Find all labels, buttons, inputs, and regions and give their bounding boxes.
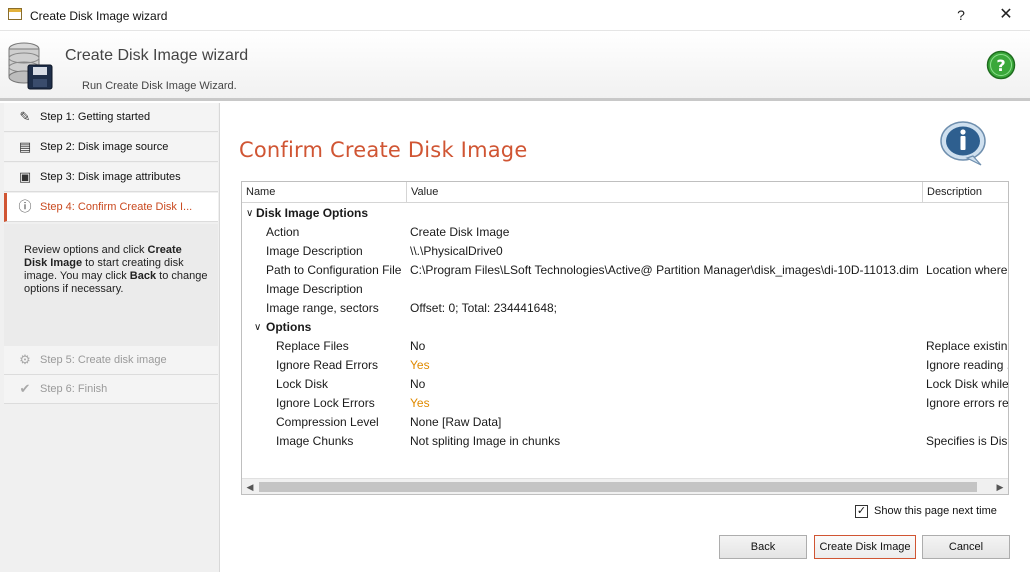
- disk-attributes-icon: ▣: [18, 169, 32, 184]
- cancel-button[interactable]: Cancel: [922, 535, 1010, 559]
- wizard-title: Create Disk Image wizard: [65, 47, 249, 64]
- chevron-down-icon[interactable]: ∨: [246, 204, 253, 223]
- wizard-subtitle: Run Create Disk Image Wizard.: [82, 80, 237, 92]
- green-question-icon[interactable]: ?: [986, 50, 1016, 80]
- wizard-header: Create Disk Image wizard Run Create Disk…: [0, 31, 1030, 101]
- step-label: Step 2: Disk image source: [40, 141, 169, 153]
- create-disk-image-button[interactable]: Create Disk Image: [814, 535, 916, 559]
- options-grid: Name Value Description ∨ Disk Image Opti…: [241, 181, 1009, 495]
- svg-text:?: ?: [996, 56, 1005, 75]
- step-disk-image-attributes[interactable]: ▣ Step 3: Disk image attributes: [4, 163, 218, 192]
- chevron-down-icon[interactable]: ∨: [254, 318, 261, 337]
- step-label: Step 1: Getting started: [40, 111, 151, 123]
- step-label: Step 6: Finish: [40, 383, 108, 395]
- table-row[interactable]: Path to Configuration File C:\Program Fi…: [242, 261, 1008, 280]
- table-row[interactable]: Replace Files No Replace existin...: [242, 337, 1008, 356]
- grid-header: Name Value Description: [242, 182, 1008, 203]
- column-name[interactable]: Name: [242, 182, 407, 203]
- step-confirm[interactable]: ⓘ Step 4: Confirm Create Disk I...: [4, 193, 218, 222]
- table-row[interactable]: Image Description \\.\PhysicalDrive0: [242, 242, 1008, 261]
- disk-source-icon: ▤: [18, 139, 32, 154]
- scroll-left-icon[interactable]: ◀: [242, 479, 258, 494]
- scroll-right-icon[interactable]: ▶: [992, 479, 1008, 494]
- table-row[interactable]: Action Create Disk Image: [242, 223, 1008, 242]
- scroll-thumb[interactable]: [259, 482, 977, 492]
- step-label: Step 3: Disk image attributes: [40, 171, 181, 183]
- step-help-text: Review options and click Create Disk Ima…: [4, 224, 218, 346]
- step-finish: ✔ Step 6: Finish: [4, 375, 218, 404]
- horizontal-scrollbar[interactable]: ◀ ▶: [242, 478, 1008, 494]
- show-next-time-label: Show this page next time: [874, 505, 997, 517]
- table-row[interactable]: Ignore Lock Errors Yes Ignore errors re.…: [242, 394, 1008, 413]
- column-description[interactable]: Description: [923, 182, 1008, 203]
- group-options[interactable]: ∨ Options: [242, 318, 1008, 337]
- disk-database-icon: [8, 42, 53, 90]
- step-create-disk-image: ⚙ Step 5: Create disk image: [4, 346, 218, 375]
- app-window-icon: [8, 8, 22, 20]
- step-label: Step 5: Create disk image: [40, 354, 167, 366]
- table-row[interactable]: Lock Disk No Lock Disk while: [242, 375, 1008, 394]
- step-disk-image-source[interactable]: ▤ Step 2: Disk image source: [4, 133, 218, 162]
- table-row[interactable]: Compression Level None [Raw Data]: [242, 413, 1008, 432]
- group-disk-image-options[interactable]: ∨ Disk Image Options: [242, 204, 1008, 223]
- back-button[interactable]: Back: [719, 535, 807, 559]
- page-title: Confirm Create Disk Image: [239, 138, 528, 162]
- gear-icon: ⚙: [19, 352, 31, 367]
- table-row[interactable]: Image Chunks Not spliting Image in chunk…: [242, 432, 1008, 451]
- close-button[interactable]: ✕: [990, 4, 1022, 26]
- wizard-steps-sidebar: ✎ Step 1: Getting started ▤ Step 2: Disk…: [0, 103, 220, 572]
- main-panel: Confirm Create Disk Image Name Value Des…: [221, 103, 1030, 572]
- checkbox-check-icon[interactable]: ✓: [855, 504, 868, 518]
- table-row[interactable]: Image Description: [242, 280, 1008, 299]
- table-row[interactable]: Ignore Read Errors Yes Ignore reading ..…: [242, 356, 1008, 375]
- table-row[interactable]: Image range, sectors Offset: 0; Total: 2…: [242, 299, 1008, 318]
- info-icon: ⓘ: [18, 199, 32, 214]
- title-bar: Create Disk Image wizard ? ✕: [0, 0, 1030, 31]
- wand-icon: ✎: [19, 109, 31, 124]
- check-icon: ✔: [19, 381, 31, 396]
- show-next-time-checkbox[interactable]: ✓ Show this page next time: [855, 503, 997, 519]
- column-value[interactable]: Value: [407, 182, 923, 203]
- help-button[interactable]: ?: [946, 4, 976, 26]
- step-getting-started[interactable]: ✎ Step 1: Getting started: [4, 103, 218, 132]
- info-bubble-icon: [940, 121, 986, 166]
- step-label: Step 4: Confirm Create Disk I...: [40, 201, 193, 213]
- window-title: Create Disk Image wizard: [30, 9, 168, 23]
